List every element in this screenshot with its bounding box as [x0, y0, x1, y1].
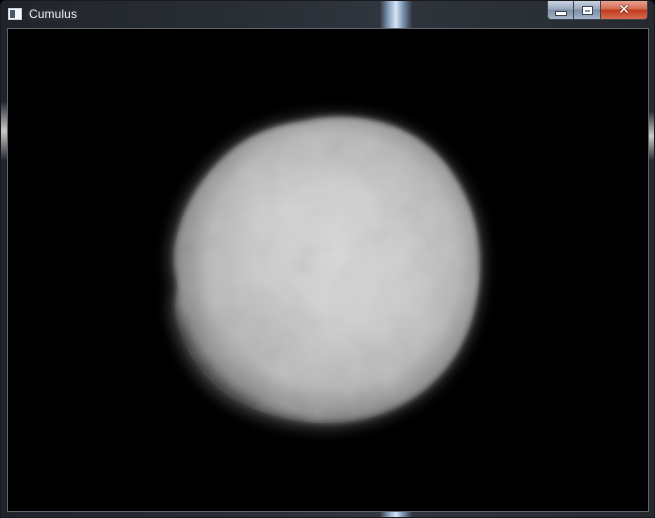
- window-controls: ✕: [547, 1, 648, 20]
- minimize-icon: [554, 10, 567, 16]
- app-window-icon[interactable]: [8, 8, 22, 20]
- maximize-button[interactable]: [574, 1, 601, 20]
- close-icon: ✕: [618, 2, 630, 18]
- window-title: Cumulus: [29, 7, 78, 21]
- cloud-render: [167, 113, 485, 430]
- maximize-icon: [581, 5, 593, 15]
- title-bar[interactable]: Cumulus ✕: [1, 1, 654, 28]
- minimize-button[interactable]: [547, 1, 574, 20]
- app-window: Cumulus ✕: [0, 0, 655, 518]
- close-button[interactable]: ✕: [601, 1, 648, 20]
- render-canvas[interactable]: [7, 28, 649, 512]
